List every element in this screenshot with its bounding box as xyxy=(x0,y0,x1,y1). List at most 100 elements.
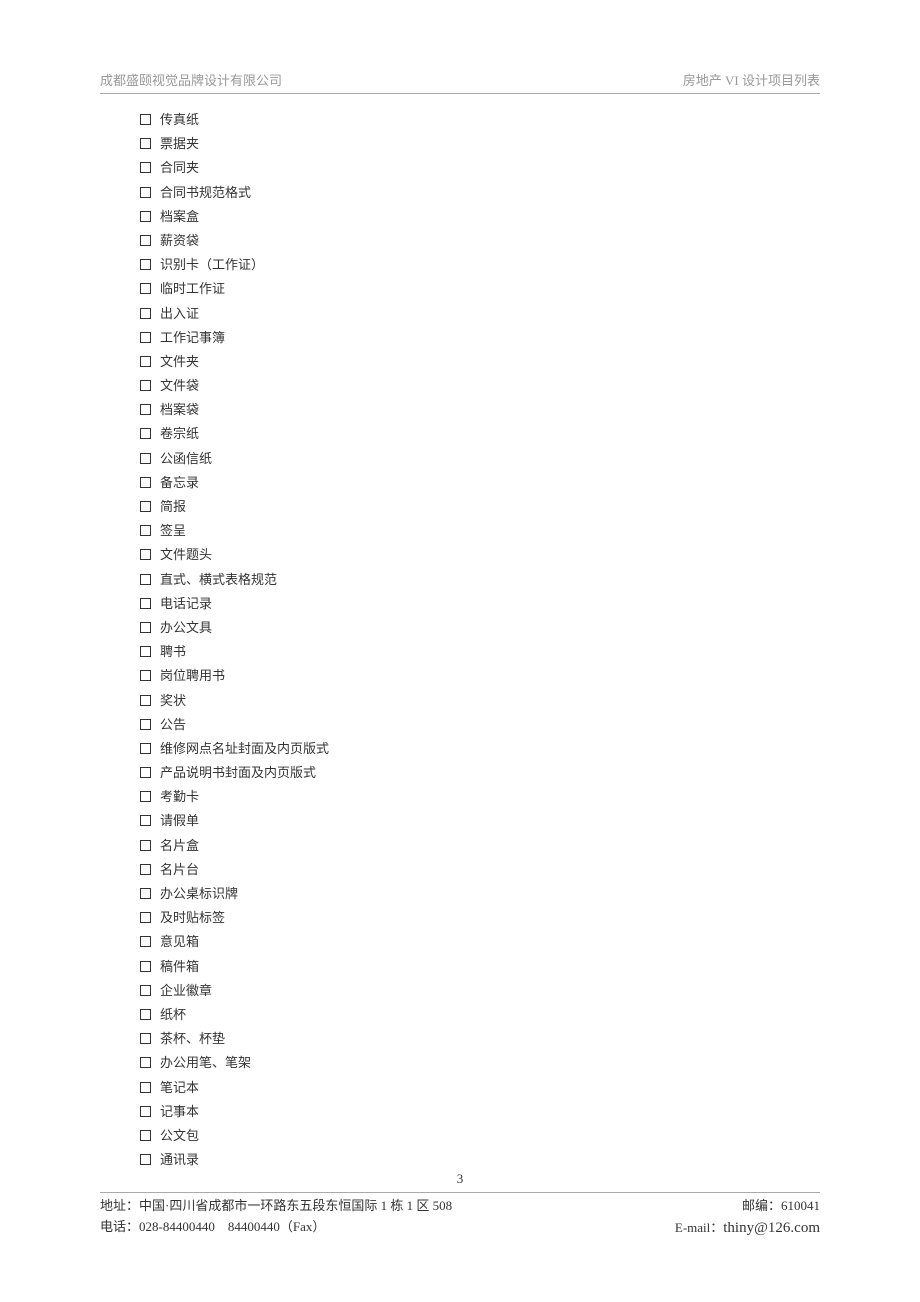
checkbox-icon xyxy=(140,549,151,560)
checklist-item: 传真纸 xyxy=(140,112,820,128)
checklist-item: 公文包 xyxy=(140,1128,820,1144)
checkbox-icon xyxy=(140,646,151,657)
checklist-item: 文件袋 xyxy=(140,378,820,394)
checklist-item-label: 合同夹 xyxy=(160,160,199,176)
checkbox-icon xyxy=(140,477,151,488)
checkbox-icon xyxy=(140,1082,151,1093)
checkbox-icon xyxy=(140,719,151,730)
checkbox-icon xyxy=(140,453,151,464)
checkbox-icon xyxy=(140,864,151,875)
checklist-item: 档案袋 xyxy=(140,402,820,418)
footer-email: E-mail：thiny@126.com xyxy=(675,1218,820,1239)
checklist-item-label: 传真纸 xyxy=(160,112,199,128)
checklist-item-label: 茶杯、杯垫 xyxy=(160,1031,225,1047)
checkbox-icon xyxy=(140,235,151,246)
checkbox-icon xyxy=(140,501,151,512)
checklist-item: 产品说明书封面及内页版式 xyxy=(140,765,820,781)
checkbox-icon xyxy=(140,670,151,681)
checklist-item-label: 档案袋 xyxy=(160,402,199,418)
checklist-item-label: 岗位聘用书 xyxy=(160,668,225,684)
checklist-item-label: 办公桌标识牌 xyxy=(160,886,238,902)
checklist-item: 请假单 xyxy=(140,813,820,829)
checkbox-icon xyxy=(140,695,151,706)
checklist-item-label: 文件夹 xyxy=(160,354,199,370)
checklist-item-label: 维修网点名址封面及内页版式 xyxy=(160,741,329,757)
checklist-item: 纸杯 xyxy=(140,1007,820,1023)
checklist-item: 岗位聘用书 xyxy=(140,668,820,684)
checklist-item: 奖状 xyxy=(140,693,820,709)
checkbox-icon xyxy=(140,1009,151,1020)
checklist-item-label: 通讯录 xyxy=(160,1152,199,1168)
checkbox-icon xyxy=(140,1033,151,1044)
checkbox-icon xyxy=(140,187,151,198)
checkbox-icon xyxy=(140,791,151,802)
checklist-item: 办公用笔、笔架 xyxy=(140,1055,820,1071)
postcode-value: 610041 xyxy=(781,1198,820,1213)
checklist-item-label: 请假单 xyxy=(160,813,199,829)
page-header: 成都盛颐视觉品牌设计有限公司 房地产 VI 设计项目列表 xyxy=(100,70,820,94)
checklist-item-label: 奖状 xyxy=(160,693,186,709)
header-right: 房地产 VI 设计项目列表 xyxy=(683,70,820,89)
checklist-item-label: 电话记录 xyxy=(160,596,212,612)
checkbox-icon xyxy=(140,404,151,415)
checklist-item-label: 卷宗纸 xyxy=(160,426,199,442)
checklist-item: 考勤卡 xyxy=(140,789,820,805)
checklist-item: 办公桌标识牌 xyxy=(140,886,820,902)
checkbox-icon xyxy=(140,1130,151,1141)
checkbox-icon xyxy=(140,428,151,439)
postcode-label: 邮编： xyxy=(742,1198,781,1213)
fax-value: 84400440（Fax） xyxy=(228,1219,326,1234)
checklist-item-label: 工作记事簿 xyxy=(160,330,225,346)
checklist-item: 通讯录 xyxy=(140,1152,820,1168)
email-label: E-mail： xyxy=(675,1220,723,1235)
checklist-item: 公函信纸 xyxy=(140,451,820,467)
checklist-item: 记事本 xyxy=(140,1104,820,1120)
checklist-item: 签呈 xyxy=(140,523,820,539)
checkbox-icon xyxy=(140,622,151,633)
checkbox-icon xyxy=(140,525,151,536)
checklist-item: 识别卡（工作证） xyxy=(140,257,820,273)
checklist-item: 薪资袋 xyxy=(140,233,820,249)
checklist-item: 临时工作证 xyxy=(140,281,820,297)
checklist-item: 简报 xyxy=(140,499,820,515)
checklist-item: 聘书 xyxy=(140,644,820,660)
checklist-item: 名片台 xyxy=(140,862,820,878)
checkbox-icon xyxy=(140,162,151,173)
checklist-item-label: 档案盒 xyxy=(160,209,199,225)
checkbox-icon xyxy=(140,1057,151,1068)
checkbox-icon xyxy=(140,1106,151,1117)
checklist-item-label: 识别卡（工作证） xyxy=(160,257,264,273)
footer-address: 地址：中国·四川省成都市一环路东五段东恒国际 1 栋 1 区 508 xyxy=(100,1197,452,1215)
checklist-item-label: 合同书规范格式 xyxy=(160,185,251,201)
checklist-item-label: 备忘录 xyxy=(160,475,199,491)
checklist-item: 票据夹 xyxy=(140,136,820,152)
checklist-item-label: 意见箱 xyxy=(160,934,199,950)
checkbox-icon xyxy=(140,114,151,125)
checklist-item: 合同书规范格式 xyxy=(140,185,820,201)
checklist-item-label: 公文包 xyxy=(160,1128,199,1144)
checkbox-icon xyxy=(140,308,151,319)
footer-row-1: 地址：中国·四川省成都市一环路东五段东恒国际 1 栋 1 区 508 邮编：61… xyxy=(100,1197,820,1215)
checklist-item-label: 简报 xyxy=(160,499,186,515)
checkbox-icon xyxy=(140,380,151,391)
checklist-item: 卷宗纸 xyxy=(140,426,820,442)
checklist-content: 传真纸票据夹合同夹合同书规范格式档案盒薪资袋识别卡（工作证） 临时工作证出入证工作… xyxy=(140,112,820,1176)
checklist-item-label: 薪资袋 xyxy=(160,233,199,249)
checklist-item-label: 票据夹 xyxy=(160,136,199,152)
checkbox-icon xyxy=(140,574,151,585)
page-number: 3 xyxy=(0,1171,920,1187)
email-value: thiny@126.com xyxy=(723,1220,820,1236)
checklist-item: 出入证 xyxy=(140,306,820,322)
checklist-item: 名片盒 xyxy=(140,838,820,854)
checklist-item-label: 产品说明书封面及内页版式 xyxy=(160,765,316,781)
checklist-item-label: 直式、横式表格规范 xyxy=(160,572,277,588)
checklist-item-label: 稿件箱 xyxy=(160,959,199,975)
checkbox-icon xyxy=(140,888,151,899)
checkbox-icon xyxy=(140,912,151,923)
checklist-item: 及时贴标签 xyxy=(140,910,820,926)
checklist-item-label: 办公用笔、笔架 xyxy=(160,1055,251,1071)
checklist-item-label: 公函信纸 xyxy=(160,451,212,467)
checklist-item: 办公文具 xyxy=(140,620,820,636)
checklist-item-label: 签呈 xyxy=(160,523,186,539)
checkbox-icon xyxy=(140,1154,151,1165)
